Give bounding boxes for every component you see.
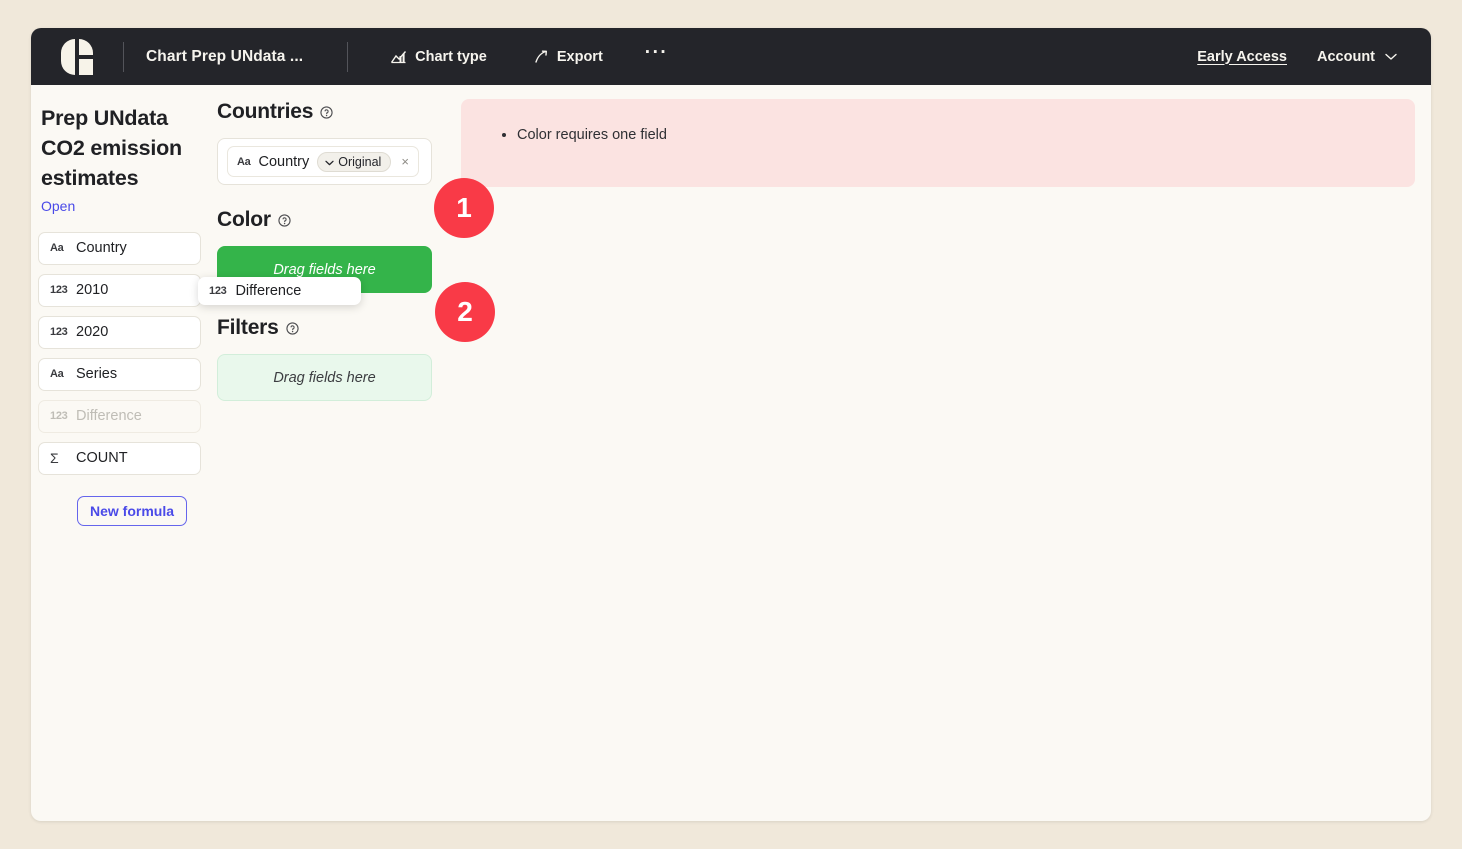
pill-mode-label: Original (338, 154, 382, 169)
drag-ghost-label: Difference (235, 283, 302, 299)
app-body: Prep UNdata CO2 emission estimates Open … (31, 85, 1431, 821)
app-window: Chart Prep UNdata ... Chart type Export … (31, 28, 1431, 821)
account-label: Account (1317, 48, 1375, 65)
export-label: Export (556, 48, 603, 65)
export-arrow-icon (533, 49, 549, 65)
new-formula-button[interactable]: New formula (77, 495, 188, 526)
chart-type-icon (390, 49, 407, 65)
open-dataset-link[interactable]: Open (38, 198, 75, 214)
number-field-icon: 123 (50, 326, 68, 339)
chevron-down-icon (325, 155, 334, 169)
shelf-title-countries: Countries (217, 100, 447, 124)
close-icon[interactable]: × (399, 154, 411, 169)
field-chip-count[interactable]: Σ COUNT (38, 441, 201, 475)
shelf-title-filters: Filters (217, 316, 447, 340)
text-field-icon: Aa (237, 155, 251, 168)
page-title: Prep UNdata CO2 emission estimates (41, 106, 182, 190)
validation-error-panel: Color requires one field (461, 99, 1415, 187)
export-button[interactable]: Export (523, 42, 613, 72)
shelf-label: Color (217, 208, 271, 231)
field-chip-2010[interactable]: 123 2010 (38, 273, 201, 307)
field-label: COUNT (76, 450, 128, 467)
field-list: Aa Country 123 2010 123 2020 Aa Series 1… (38, 231, 217, 475)
field-label: Series (76, 366, 118, 383)
chart-type-button[interactable]: Chart type (380, 42, 497, 72)
app-logo[interactable] (53, 38, 101, 76)
field-chip-2020[interactable]: 123 2020 (38, 315, 201, 349)
help-circle-icon[interactable] (320, 105, 333, 119)
shelf-dropzone-countries[interactable]: Aa Country Original × (217, 138, 432, 185)
document-title[interactable]: Chart Prep UNdata ... (146, 48, 303, 66)
field-label: 2020 (76, 324, 109, 341)
shelf-pill-country[interactable]: Aa Country Original × (227, 146, 419, 177)
drag-ghost-difference[interactable]: 123 Difference (198, 277, 361, 305)
main-area: Color requires one field (447, 85, 1431, 821)
help-circle-icon[interactable] (278, 213, 291, 227)
shelf-label: Filters (217, 316, 279, 339)
number-field-icon: 123 (209, 285, 227, 297)
more-options-button[interactable]: ··· (635, 43, 678, 67)
topbar-divider-2 (347, 41, 349, 72)
field-chip-series[interactable]: Aa Series (38, 357, 201, 391)
field-chip-country[interactable]: Aa Country (38, 231, 201, 265)
chart-type-label: Chart type (415, 48, 487, 65)
aggregate-field-icon: Σ (50, 450, 59, 467)
pill-mode-dropdown[interactable]: Original (317, 151, 392, 172)
error-message: Color requires one field (517, 127, 1415, 143)
error-list: Color requires one field (501, 127, 1415, 143)
chevron-down-icon (1385, 49, 1397, 65)
account-menu[interactable]: Account (1317, 49, 1397, 65)
sidebar: Prep UNdata CO2 emission estimates Open … (31, 85, 217, 821)
shelf-column: Countries Aa Country Original × Color Dr… (217, 85, 447, 821)
field-label: Country (76, 240, 127, 257)
top-bar: Chart Prep UNdata ... Chart type Export … (31, 28, 1431, 85)
shelf-label: Countries (217, 100, 314, 123)
step-badge-2: 2 (435, 282, 495, 342)
field-label: 2010 (76, 282, 109, 299)
app-logo-icon (61, 38, 93, 75)
field-chip-difference[interactable]: 123 Difference (38, 399, 201, 433)
number-field-icon: 123 (50, 284, 68, 297)
step-badge-1: 1 (434, 178, 494, 238)
field-label: Difference (76, 408, 142, 425)
help-circle-icon[interactable] (285, 321, 299, 335)
text-field-icon: Aa (50, 242, 64, 255)
shelf-title-color: Color (217, 208, 447, 232)
topbar-divider-1 (123, 41, 124, 72)
pill-label: Country (258, 153, 310, 170)
number-field-icon: 123 (50, 410, 68, 423)
early-access-link[interactable]: Early Access (1197, 49, 1287, 65)
shelf-dropzone-filters[interactable]: Drag fields here (217, 354, 432, 401)
text-field-icon: Aa (50, 368, 64, 381)
